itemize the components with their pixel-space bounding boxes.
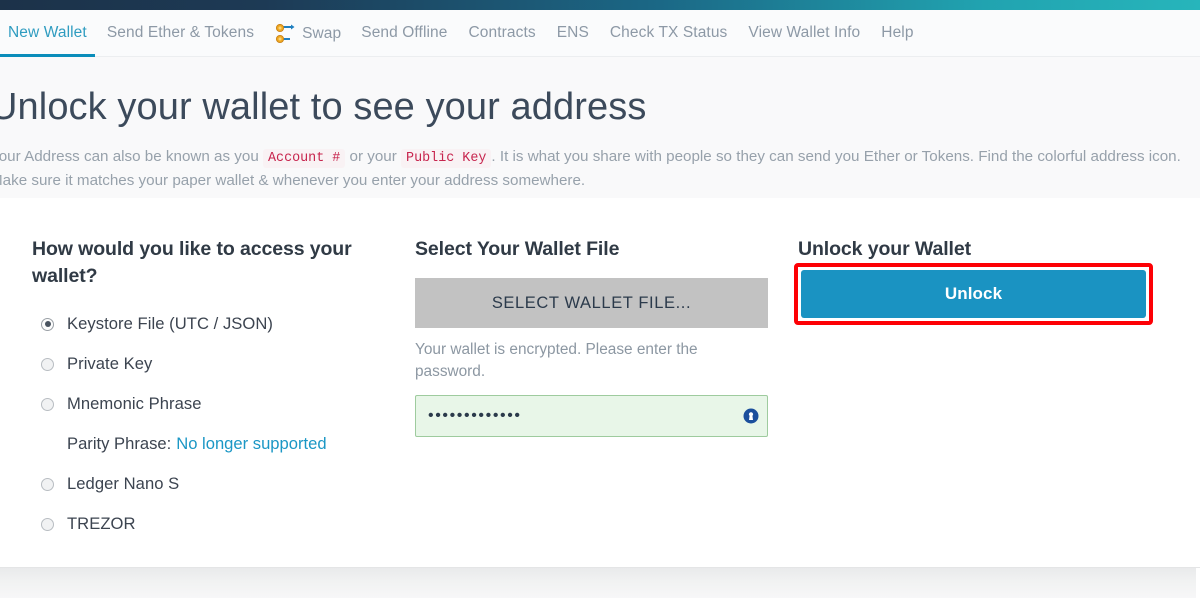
unlock-wallet-heading: Unlock your Wallet [798,238,972,260]
parity-phrase-row: Parity Phrase: No longer supported [32,424,392,464]
nav-item-send-ether-tokens[interactable]: Send Ether & Tokens [107,24,254,56]
radio-label-trezor: TREZOR [67,514,136,533]
nav-item-view-wallet-info[interactable]: View Wallet Info [748,24,860,56]
public-key-tag: Public Key [401,148,492,168]
nav-item-send-offline[interactable]: Send Offline [361,24,447,56]
nav-item-contracts[interactable]: Contracts [468,24,535,56]
account-number-tag: Account # [263,148,346,168]
access-method-heading: How would you like to access your wallet… [32,238,352,287]
nav-label-send-ether-tokens: Send Ether & Tokens [106,24,255,41]
radio-mark-keystore-file [41,317,54,331]
password-field-wrapper [415,395,768,437]
radio-mnemonic-phrase[interactable]: Mnemonic Phrase [32,384,392,424]
nav-item-help[interactable]: Help [881,24,913,56]
hero-description: Your Address can also be known as you Ac… [0,130,1198,192]
nav-item-swap[interactable]: Swap [275,23,342,58]
nav-item-new-wallet[interactable]: New Wallet [0,24,95,57]
unlock-button[interactable]: Unlock [801,270,1146,318]
nav-label-view-wallet-info: View Wallet Info [748,24,861,41]
nav-item-ens[interactable]: ENS [557,24,589,56]
wallet-file-heading: Select Your Wallet File [415,238,620,260]
radio-label-private-key: Private Key [67,354,153,373]
radio-mark-trezor [41,517,54,531]
wallet-file-column: Select Your Wallet File SELECT WALLET FI… [415,198,771,437]
nav-label-new-wallet: New Wallet [8,24,87,41]
unlock-wallet-column: Unlock your Wallet Unlock [794,198,1170,325]
radio-label-ledger-nano-s: Ledger Nano S [67,474,180,493]
swap-coins-icon [275,23,298,44]
top-gradient-bar [0,0,1200,10]
footer-right-edge [1196,568,1200,599]
radio-trezor[interactable]: TREZOR [32,504,392,544]
nav-label-ens: ENS [556,24,589,41]
hero-text-part-1: Your Address can also be known as you [0,147,263,165]
nav-label-help: Help [881,24,914,41]
main-navigation: New Wallet Send Ether & Tokens Swap Send… [0,10,1200,57]
nav-list: New Wallet Send Ether & Tokens Swap Send… [0,10,914,57]
radio-keystore-file[interactable]: Keystore File (UTC / JSON) [32,304,392,344]
radio-mark-ledger-nano-s [41,477,54,491]
footer-band [0,567,1200,599]
radio-private-key[interactable]: Private Key [32,344,392,384]
nav-label-send-offline: Send Offline [361,24,448,41]
access-method-radio-group: Keystore File (UTC / JSON) Private Key M… [32,290,392,544]
nav-label-contracts: Contracts [468,24,536,41]
parity-phrase-label: Parity Phrase: [67,434,172,453]
radio-ledger-nano-s[interactable]: Ledger Nano S [32,464,392,504]
password-input[interactable] [415,395,768,437]
page-title: Unlock your wallet to see your address [0,86,647,128]
nav-label-check-tx-status: Check TX Status [609,24,728,41]
select-wallet-file-button[interactable]: SELECT WALLET FILE... [415,278,768,328]
lastpass-keyhole-icon[interactable] [743,408,759,424]
hero-banner: Unlock your wallet to see your address Y… [0,57,1200,198]
encrypted-wallet-note: Your wallet is encrypted. Please enter t… [415,341,698,380]
access-method-column: How would you like to access your wallet… [32,198,392,544]
nav-label-swap: Swap [302,25,342,42]
hero-inner: Unlock your wallet to see your address Y… [0,57,1200,192]
parity-phrase-link[interactable]: No longer supported [176,434,326,454]
radio-mark-private-key [41,357,54,371]
radio-mark-mnemonic-phrase [41,397,54,411]
hero-text-part-2: or your [345,147,402,165]
radio-label-mnemonic-phrase: Mnemonic Phrase [67,394,202,413]
radio-label-keystore-file: Keystore File (UTC / JSON) [67,314,273,333]
nav-item-check-tx-status[interactable]: Check TX Status [610,24,728,56]
main-content: How would you like to access your wallet… [0,198,1200,567]
